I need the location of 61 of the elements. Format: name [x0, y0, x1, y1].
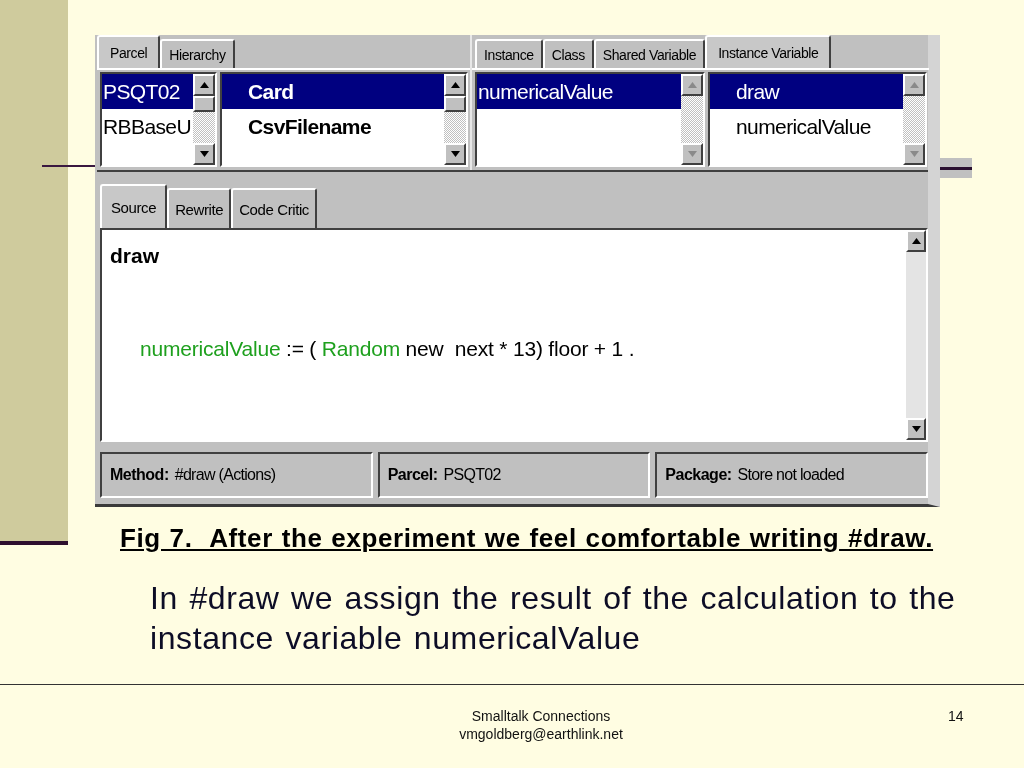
- tab[interactable]: Instance: [475, 39, 543, 68]
- scroll-down-button[interactable]: [903, 143, 925, 165]
- status-label: Parcel:: [387, 466, 438, 484]
- tab[interactable]: Hierarchy: [160, 39, 235, 68]
- tab[interactable]: Source: [100, 184, 168, 228]
- down-triangle-icon: [909, 151, 919, 157]
- list-box[interactable]: PSQT02 RBBaseU: [100, 72, 217, 167]
- down-triangle-icon: [687, 151, 697, 157]
- scroll-up-button[interactable]: [193, 74, 215, 96]
- list-item[interactable]: RBBaseU: [102, 109, 193, 144]
- list-item[interactable]: draw: [710, 74, 903, 109]
- status-value: Store not loaded: [737, 466, 844, 484]
- status-value: #draw (Actions): [174, 466, 276, 484]
- tab[interactable]: Parcel: [97, 35, 161, 68]
- scroll-down-button[interactable]: [193, 143, 215, 165]
- scrollbar-thumb[interactable]: [193, 96, 215, 112]
- footer-text: Smalltalk Connections: [471, 707, 611, 725]
- list-item[interactable]: Card: [222, 74, 444, 109]
- scroll-down-button[interactable]: [906, 418, 926, 440]
- up-triangle-icon: [199, 82, 209, 88]
- up-triangle-icon: [909, 82, 919, 88]
- down-triangle-icon: [199, 151, 209, 157]
- up-triangle-icon: [450, 82, 460, 88]
- list-item[interactable]: CsvFilename: [222, 109, 444, 144]
- tab[interactable]: Shared Variable: [593, 39, 706, 68]
- up-triangle-icon: [911, 238, 921, 244]
- scroll-up-button[interactable]: [906, 230, 926, 252]
- scroll-up-button[interactable]: [444, 74, 466, 96]
- status-value: PSQT02: [443, 466, 501, 484]
- list-box[interactable]: draw numericalValue: [708, 72, 927, 167]
- list-item[interactable]: numericalValue: [710, 109, 903, 144]
- code-editor[interactable]: draw numericalValue := ( Random new next * 13) floor + 1 .: [100, 228, 928, 442]
- status-label: Method:: [110, 466, 169, 484]
- scrollbar[interactable]: [906, 230, 926, 440]
- status-label: Package:: [665, 466, 732, 484]
- down-triangle-icon: [911, 426, 921, 432]
- list-item[interactable]: PSQT02: [102, 74, 193, 109]
- scrollbar-thumb[interactable]: [444, 96, 466, 112]
- code-line: draw: [110, 243, 160, 269]
- tab[interactable]: Class: [542, 39, 594, 68]
- scroll-down-button[interactable]: [681, 143, 703, 165]
- footer-text: vmgoldberg@earthlink.net: [459, 725, 623, 743]
- scrollbar[interactable]: [193, 74, 215, 165]
- page-number: 14: [948, 707, 964, 726]
- code-line: numericalValue := ( Random new next * 13) floor + 1 .: [139, 336, 636, 362]
- tab[interactable]: Rewrite: [167, 188, 232, 228]
- scroll-down-button[interactable]: [444, 143, 466, 165]
- up-triangle-icon: [687, 82, 697, 88]
- list-box[interactable]: Card CsvFilename: [220, 72, 468, 167]
- body-text: In #draw we assign the result of the calculation to the instance variable numericalValue: [150, 579, 957, 658]
- tab[interactable]: Code Critic: [231, 188, 317, 228]
- scrollbar[interactable]: [681, 74, 703, 165]
- down-triangle-icon: [450, 151, 460, 157]
- list-item[interactable]: numericalValue: [477, 74, 681, 109]
- tab[interactable]: Instance Variable: [705, 35, 832, 68]
- scrollbar[interactable]: [444, 74, 466, 165]
- scroll-up-button[interactable]: [903, 74, 925, 96]
- list-box[interactable]: numericalValue: [475, 72, 705, 167]
- figure-caption: Fig 7. After the experiment we feel comfortable writing #draw.: [120, 524, 934, 552]
- scroll-up-button[interactable]: [681, 74, 703, 96]
- scrollbar[interactable]: [903, 74, 925, 165]
